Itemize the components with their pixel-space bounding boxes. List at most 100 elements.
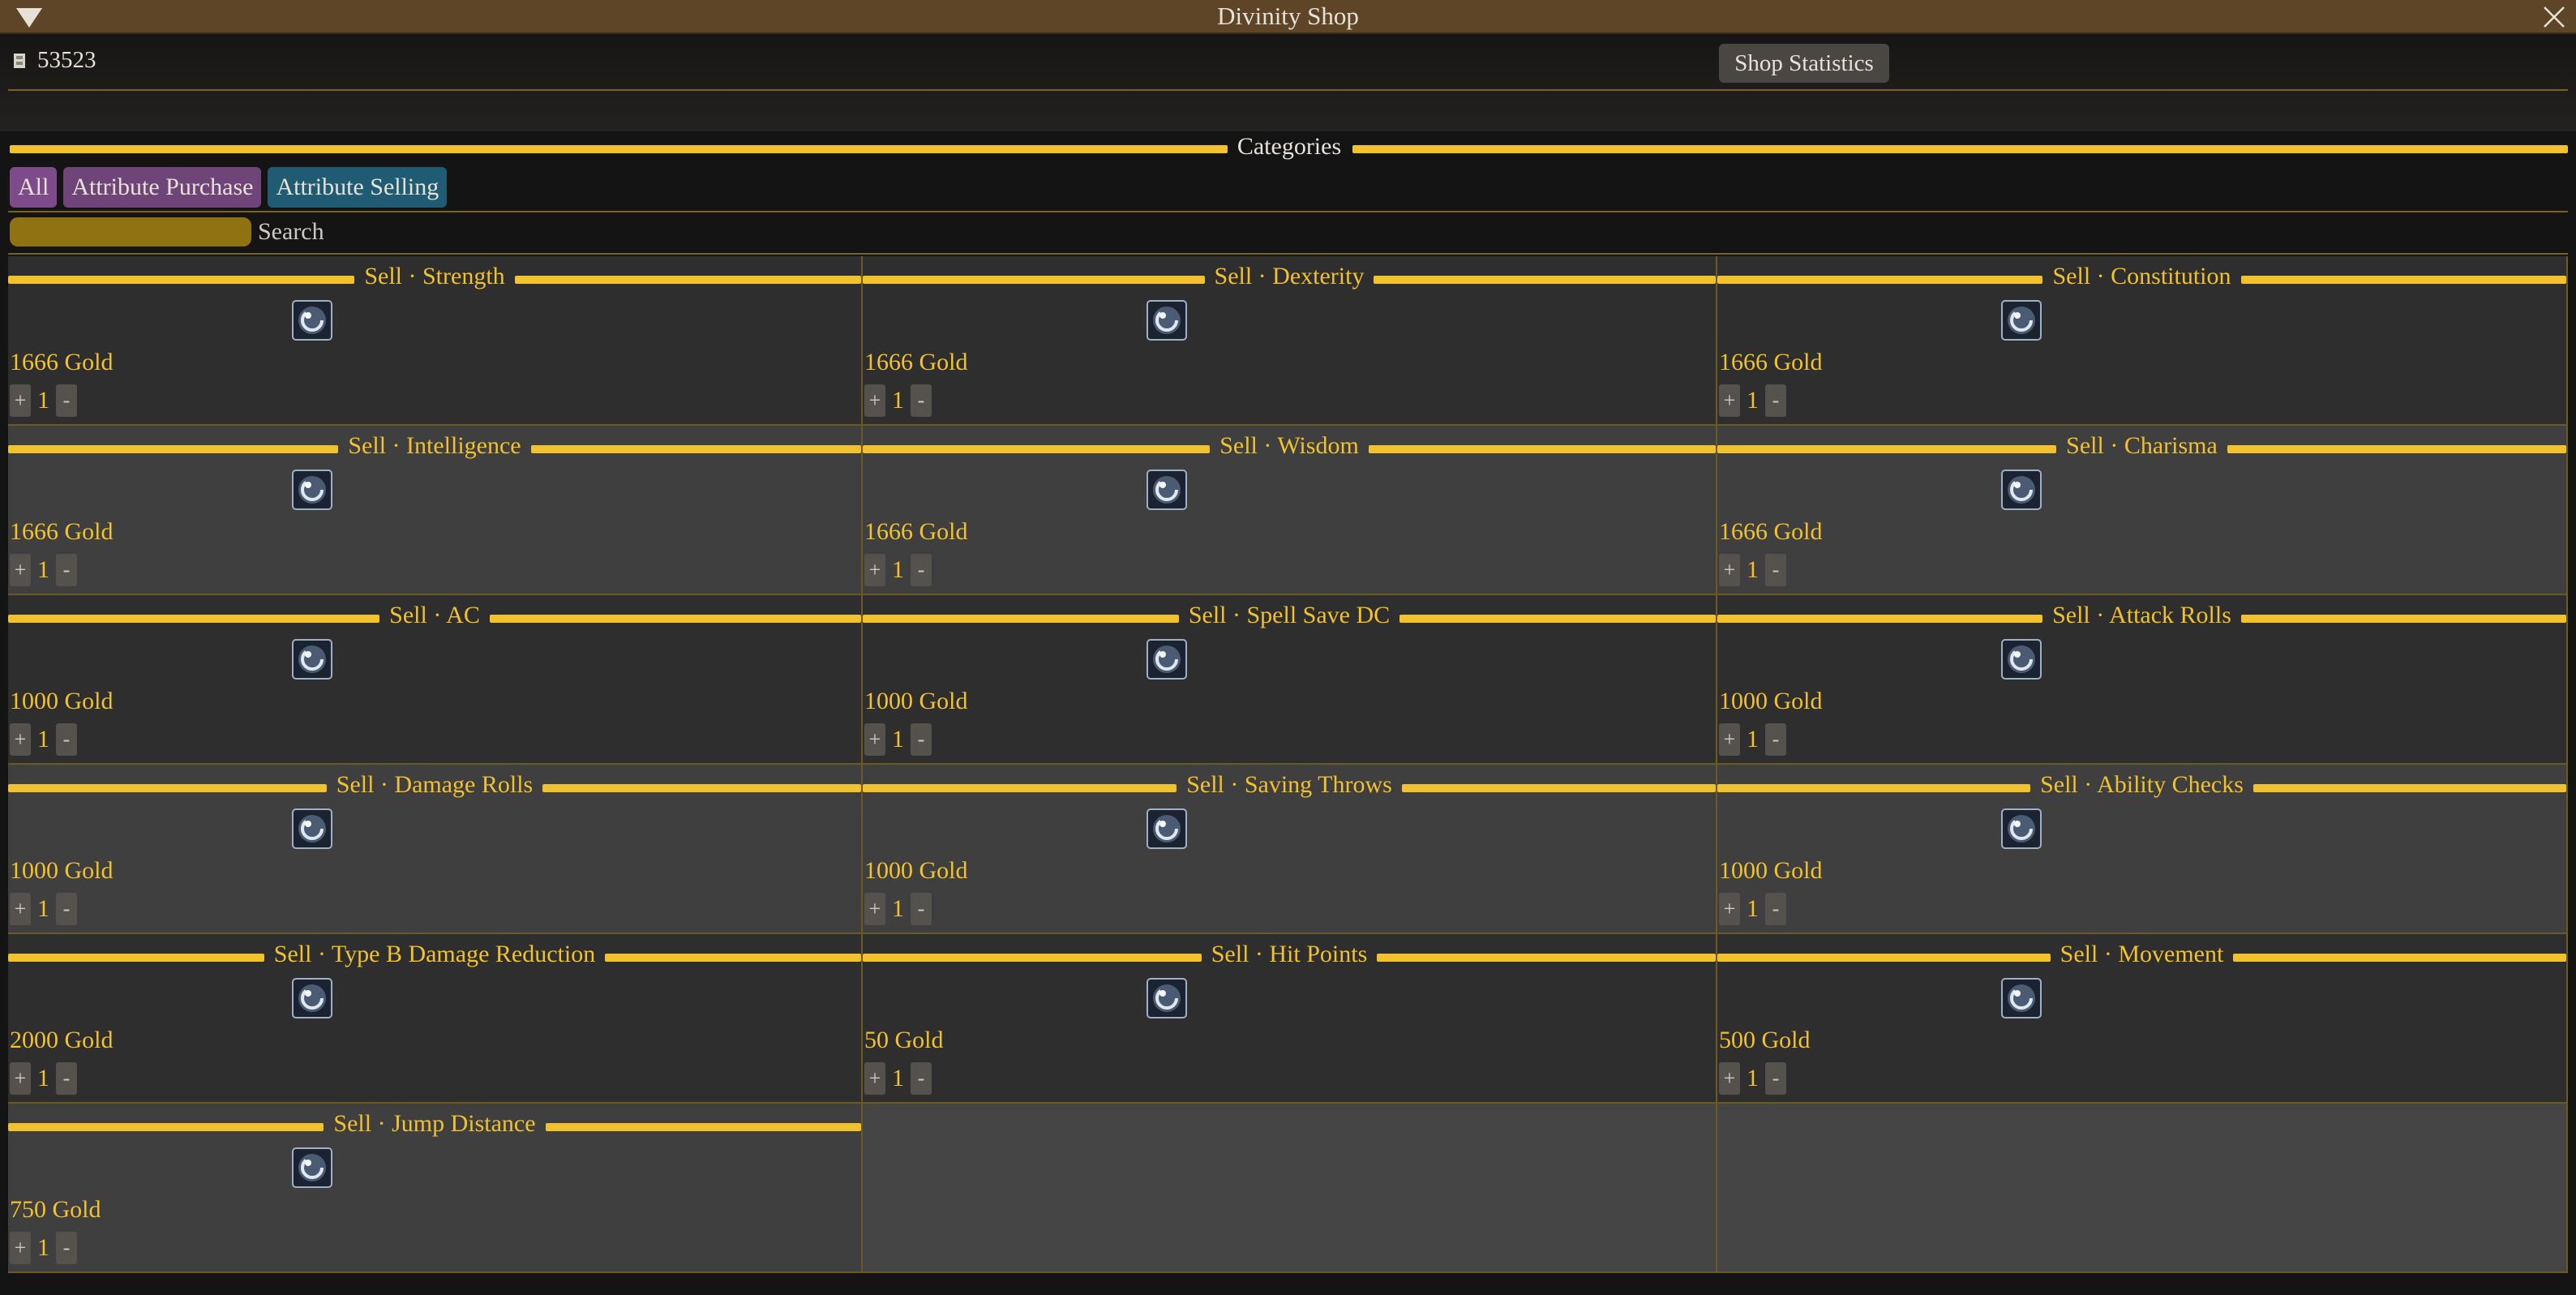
quantity-value[interactable]: 1	[1743, 1065, 1762, 1092]
decrease-quantity-button[interactable]: -	[1765, 1062, 1786, 1095]
increase-quantity-button[interactable]: +	[864, 723, 885, 756]
shop-item: Sell · Saving Throws 1000 Gold +1-	[863, 765, 1717, 934]
quantity-stepper: +1-	[864, 1062, 932, 1095]
divinity-orb-icon[interactable]	[2001, 808, 2042, 849]
decrease-quantity-button[interactable]: -	[56, 384, 77, 417]
quantity-stepper: +1-	[10, 893, 77, 925]
item-title-text: Sell · Dexterity	[1214, 263, 1365, 289]
increase-quantity-button[interactable]: +	[864, 384, 885, 417]
divinity-orb-icon[interactable]	[2001, 978, 2042, 1018]
decrease-quantity-button[interactable]: -	[911, 554, 932, 586]
quantity-value[interactable]: 1	[1743, 895, 1762, 923]
window-footer	[0, 1273, 2576, 1295]
quantity-value[interactable]: 1	[34, 726, 53, 753]
item-title: Sell · Dexterity	[863, 263, 1716, 290]
shop-item: Sell · Ability Checks 1000 Gold +1-	[1717, 765, 2568, 934]
currency-amount: 53523	[37, 47, 96, 73]
divinity-orb-icon[interactable]	[1147, 300, 1187, 341]
quantity-value[interactable]: 1	[889, 895, 907, 923]
increase-quantity-button[interactable]: +	[864, 554, 885, 586]
divinity-orb-icon[interactable]	[292, 808, 332, 849]
decrease-quantity-button[interactable]: -	[56, 1232, 77, 1264]
quantity-value[interactable]: 1	[34, 1065, 53, 1092]
decrease-quantity-button[interactable]: -	[1765, 893, 1786, 925]
divinity-orb-icon[interactable]	[292, 470, 332, 510]
divinity-orb-icon[interactable]	[2001, 300, 2042, 341]
decrease-quantity-button[interactable]: -	[911, 384, 932, 417]
decrease-quantity-button[interactable]: -	[1765, 723, 1786, 756]
divinity-orb-icon[interactable]	[292, 1147, 332, 1188]
decrease-quantity-button[interactable]: -	[911, 723, 932, 756]
decrease-quantity-button[interactable]: -	[911, 893, 932, 925]
increase-quantity-button[interactable]: +	[864, 893, 885, 925]
decrease-quantity-button[interactable]: -	[56, 554, 77, 586]
increase-quantity-button[interactable]: +	[10, 384, 31, 417]
quantity-value[interactable]: 1	[1743, 726, 1762, 753]
shop-item: Sell · Hit Points 50 Gold +1-	[863, 934, 1717, 1104]
quantity-stepper: +1-	[1719, 554, 1786, 586]
divinity-orb-icon[interactable]	[292, 639, 332, 680]
divinity-orb-icon[interactable]	[1147, 808, 1187, 849]
item-title: Sell · Saving Throws	[863, 771, 1716, 799]
close-icon[interactable]	[2540, 3, 2568, 31]
quantity-value[interactable]: 1	[1743, 387, 1762, 414]
search-label: Search	[258, 218, 324, 245]
item-title: Sell · Constitution	[1717, 263, 2566, 290]
item-title-text: Sell · Charisma	[2066, 432, 2218, 459]
item-title-text: Sell · Movement	[2060, 941, 2224, 967]
quantity-value[interactable]: 1	[889, 726, 907, 753]
item-price: 50 Gold	[864, 1027, 944, 1053]
divinity-orb-icon[interactable]	[292, 978, 332, 1018]
tab-attribute-selling[interactable]: Attribute Selling	[268, 167, 448, 208]
quantity-value[interactable]: 1	[34, 387, 53, 414]
tab-all[interactable]: All	[10, 167, 58, 208]
item-price: 1666 Gold	[10, 518, 114, 545]
increase-quantity-button[interactable]: +	[1719, 554, 1740, 586]
item-price: 2000 Gold	[10, 1027, 114, 1053]
quantity-stepper: +1-	[10, 1232, 77, 1264]
increase-quantity-button[interactable]: +	[864, 1062, 885, 1095]
quantity-value[interactable]: 1	[889, 387, 907, 414]
quantity-value[interactable]: 1	[889, 556, 907, 584]
decrease-quantity-button[interactable]: -	[56, 723, 77, 756]
increase-quantity-button[interactable]: +	[1719, 1062, 1740, 1095]
divinity-orb-icon[interactable]	[2001, 639, 2042, 680]
divinity-orb-icon[interactable]	[1147, 639, 1187, 680]
item-price: 1000 Gold	[864, 857, 968, 884]
shop-statistics-button[interactable]: Shop Statistics	[1719, 44, 1889, 83]
item-title: Sell · Hit Points	[863, 941, 1716, 968]
increase-quantity-button[interactable]: +	[1719, 384, 1740, 417]
item-title-text: Sell · Spell Save DC	[1188, 602, 1391, 628]
divinity-orb-icon[interactable]	[1147, 470, 1187, 510]
increase-quantity-button[interactable]: +	[10, 1232, 31, 1264]
decrease-quantity-button[interactable]: -	[56, 893, 77, 925]
quantity-value[interactable]: 1	[34, 556, 53, 584]
quantity-value[interactable]: 1	[1743, 556, 1762, 584]
increase-quantity-button[interactable]: +	[10, 1062, 31, 1095]
divinity-orb-icon[interactable]	[292, 300, 332, 341]
increase-quantity-button[interactable]: +	[1719, 723, 1740, 756]
item-title-text: Sell · Intelligence	[348, 432, 521, 459]
decrease-quantity-button[interactable]: -	[911, 1062, 932, 1095]
divinity-orb-icon[interactable]	[1147, 978, 1187, 1018]
window-title: Divinity Shop	[1217, 2, 1359, 30]
increase-quantity-button[interactable]: +	[10, 554, 31, 586]
increase-quantity-button[interactable]: +	[10, 723, 31, 756]
quantity-value[interactable]: 1	[34, 895, 53, 923]
tab-attribute-purchase[interactable]: Attribute Purchase	[63, 167, 262, 208]
header-divider	[8, 89, 2568, 91]
search-input[interactable]	[10, 217, 251, 247]
decrease-quantity-button[interactable]: -	[1765, 384, 1786, 417]
item-price: 1000 Gold	[10, 688, 114, 714]
empty-grid-cell	[1717, 1104, 2568, 1273]
divinity-orb-icon[interactable]	[2001, 470, 2042, 510]
increase-quantity-button[interactable]: +	[1719, 893, 1740, 925]
decrease-quantity-button[interactable]: -	[1765, 554, 1786, 586]
item-price: 750 Gold	[10, 1196, 101, 1223]
quantity-stepper: +1-	[10, 723, 77, 756]
quantity-value[interactable]: 1	[889, 1065, 907, 1092]
increase-quantity-button[interactable]: +	[10, 893, 31, 925]
empty-grid-cell	[863, 1104, 1717, 1273]
quantity-value[interactable]: 1	[34, 1234, 53, 1262]
decrease-quantity-button[interactable]: -	[56, 1062, 77, 1095]
